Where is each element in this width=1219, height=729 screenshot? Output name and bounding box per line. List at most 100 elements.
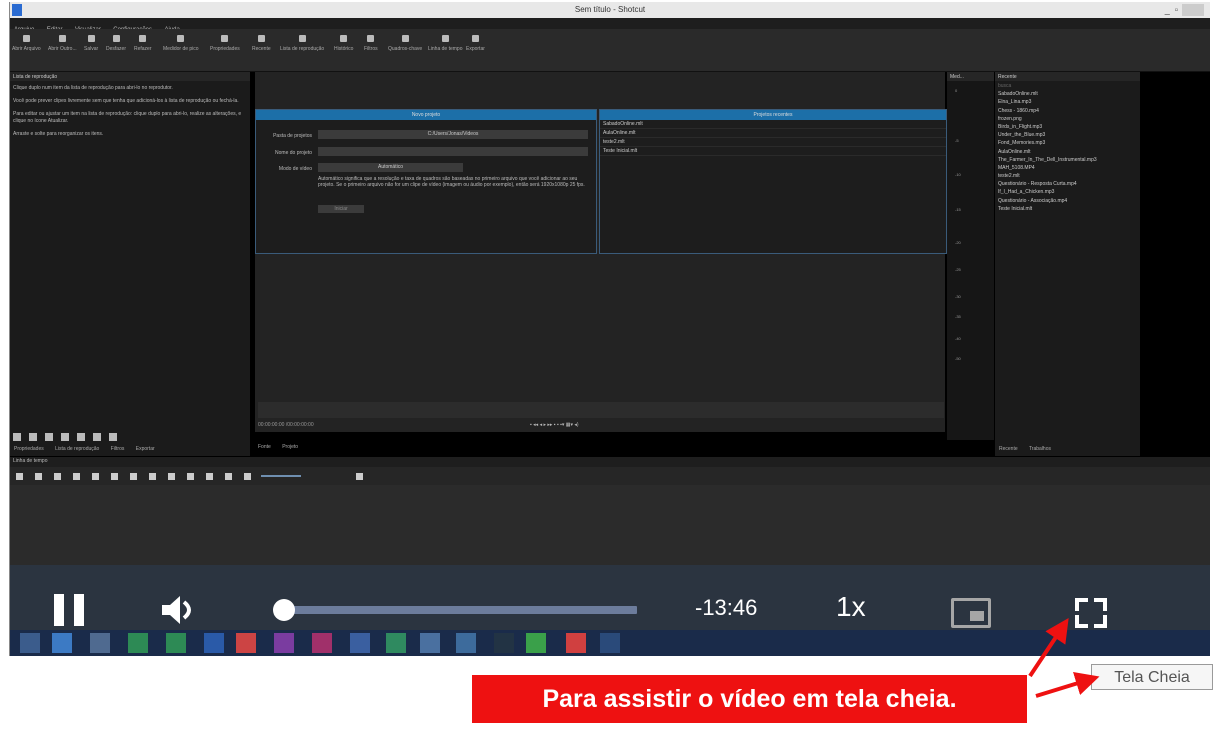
toolbar-filters[interactable]: Filtros <box>364 35 378 52</box>
excel-icon[interactable] <box>166 633 186 653</box>
project-name-field[interactable] <box>318 147 588 156</box>
list-item[interactable]: MAH_5108.MP4 <box>995 164 1140 172</box>
app-icon[interactable] <box>494 633 514 653</box>
volume-icon[interactable] <box>160 594 204 626</box>
pause-icon[interactable] <box>54 594 84 626</box>
app-icon[interactable] <box>566 633 586 653</box>
timecode[interactable]: 00:00:00:00 <box>258 422 284 428</box>
list-item[interactable]: AulaOnline.mlt <box>600 129 946 138</box>
list-item[interactable]: SabadoOnline.mlt <box>600 120 946 129</box>
list-item[interactable]: Fond_Memories.mp3 <box>995 139 1140 147</box>
list-item[interactable]: Birds_in_Flight.mp3 <box>995 123 1140 131</box>
start-icon[interactable] <box>20 633 40 653</box>
app-icon[interactable] <box>526 633 546 653</box>
remove-icon[interactable] <box>111 473 118 480</box>
toolbar-recent[interactable]: Recente <box>252 35 271 52</box>
playback-rate-button[interactable]: 1x <box>836 591 886 623</box>
tab-source[interactable]: Fonte <box>258 444 271 450</box>
toolbar-keyframes[interactable]: Quadros-chave <box>388 35 422 52</box>
toolbar-properties[interactable]: Propriedades <box>210 35 240 52</box>
timeline-tracks[interactable] <box>10 485 1210 565</box>
chrome-icon[interactable] <box>236 633 256 653</box>
toolbar-history[interactable]: Histórico <box>334 35 353 52</box>
start-button[interactable]: Iniciar <box>318 205 364 213</box>
tab-properties[interactable]: Propriedades <box>14 446 44 452</box>
list-item[interactable]: Chess - 1860.mp4 <box>995 107 1140 115</box>
toolbar-playlist[interactable]: Lista de reprodução <box>280 35 324 52</box>
player-scrubber[interactable] <box>258 402 944 418</box>
tab-filters[interactable]: Filtros <box>111 446 125 452</box>
progress-track[interactable] <box>277 606 637 614</box>
list-item[interactable]: Teste Inicial.mlt <box>600 147 946 156</box>
list-item[interactable]: teste2.mlt <box>600 138 946 147</box>
list-item[interactable]: If_I_Had_a_Chicken.mp3 <box>995 188 1140 196</box>
zoom-in-icon[interactable] <box>355 473 363 480</box>
tile-icon[interactable] <box>93 433 101 441</box>
app-icon[interactable] <box>600 633 620 653</box>
toolbar-open-other[interactable]: Abrir Outro... <box>48 35 77 52</box>
onenote-icon[interactable] <box>274 633 294 653</box>
overwrite-icon[interactable] <box>149 473 156 480</box>
mode-label: Modo de vídeo <box>278 166 312 172</box>
recent-search[interactable]: busca <box>995 82 1140 90</box>
toolbar-save[interactable]: Salvar <box>84 35 98 52</box>
list-item[interactable]: Questionário - Resposta Curta.mp4 <box>995 180 1140 188</box>
menu-icon[interactable] <box>16 473 23 480</box>
zoom-slider[interactable] <box>261 474 302 477</box>
toolbar-open-file[interactable]: Abrir Arquivo <box>12 35 41 52</box>
tab-export[interactable]: Exportar <box>136 446 155 452</box>
app-icon[interactable] <box>420 633 440 653</box>
tab-jobs[interactable]: Trabalhos <box>1029 446 1051 452</box>
app-icon[interactable] <box>312 633 332 653</box>
folder-field[interactable]: C:/Users/Jonas/Videos <box>318 130 588 139</box>
fullscreen-icon[interactable] <box>1075 598 1107 628</box>
update-icon[interactable] <box>45 433 53 441</box>
toolbar-redo[interactable]: Refazer <box>134 35 152 52</box>
toolbar-export[interactable]: Exportar <box>466 35 485 52</box>
meter-tick: -35 <box>955 314 961 319</box>
word-icon[interactable] <box>204 633 224 653</box>
toolbar-peak-meter[interactable]: Medidor de pico <box>163 35 199 52</box>
list-item[interactable]: SabadoOnline.mlt <box>995 90 1140 98</box>
split-icon[interactable] <box>168 473 175 480</box>
add-icon[interactable] <box>92 473 99 480</box>
scrub-icon[interactable] <box>206 473 213 480</box>
snap-icon[interactable] <box>187 473 194 480</box>
progress-thumb[interactable] <box>273 599 296 621</box>
explorer-icon[interactable] <box>90 633 110 653</box>
app-icon[interactable] <box>350 633 370 653</box>
app-icon[interactable] <box>456 633 476 653</box>
close-icon[interactable] <box>1182 4 1204 16</box>
zoom-out-icon[interactable] <box>244 473 251 480</box>
paste-icon[interactable] <box>73 473 80 480</box>
grid-icon[interactable] <box>77 433 85 441</box>
tab-recent[interactable]: Recente <box>999 446 1018 452</box>
list-item[interactable]: AulaOnline.mlt <box>995 148 1140 156</box>
app-icon[interactable] <box>386 633 406 653</box>
cut-icon[interactable] <box>35 473 42 480</box>
lift-icon[interactable] <box>130 473 137 480</box>
picture-in-picture-icon[interactable] <box>951 598 991 628</box>
menu-icon[interactable] <box>61 433 69 441</box>
browser-icon[interactable] <box>52 633 72 653</box>
list-item[interactable]: frozen.png <box>995 115 1140 123</box>
tab-playlist[interactable]: Lista de reprodução <box>55 446 99 452</box>
transport-buttons[interactable]: ▪ ◂◂ ◂ ▸ ▸▸ ▪ ▪ ▪▾ ▦▾ ◂) <box>530 422 579 428</box>
copy-icon[interactable] <box>54 473 61 480</box>
video-mode-select[interactable]: Automático <box>318 163 463 172</box>
window-controls[interactable]: _ ▫ <box>1165 4 1204 16</box>
toolbar-undo[interactable]: Desfazer <box>106 35 126 52</box>
list-item[interactable]: Questionário - Associação.mp4 <box>995 197 1140 205</box>
list-item[interactable]: teste2.mlt <box>995 172 1140 180</box>
list-item[interactable]: The_Farmer_In_The_Dell_Instrumental.mp3 <box>995 156 1140 164</box>
list-item[interactable]: Teste Inicial.mlt <box>995 205 1140 213</box>
list-item[interactable]: Under_the_Blue.mp3 <box>995 131 1140 139</box>
toolbar-timeline[interactable]: Linha de tempo <box>428 35 462 52</box>
add-icon[interactable] <box>13 433 21 441</box>
remove-icon[interactable] <box>29 433 37 441</box>
list-icon[interactable] <box>109 433 117 441</box>
ripple-icon[interactable] <box>225 473 232 480</box>
app-icon[interactable] <box>128 633 148 653</box>
list-item[interactable]: Elna_Lina.mp3 <box>995 98 1140 106</box>
tab-project[interactable]: Projeto <box>282 444 298 450</box>
